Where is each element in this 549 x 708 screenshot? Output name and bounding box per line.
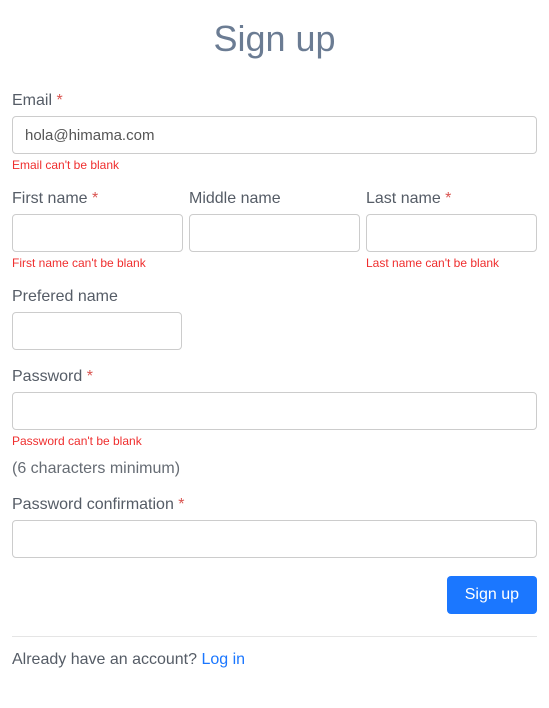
login-prompt-row: Already have an account? Log in <box>12 651 537 669</box>
password-field[interactable] <box>12 392 537 430</box>
first-name-error: First name can't be blank <box>12 256 183 270</box>
password-confirmation-label: Password confirmation <box>12 496 174 513</box>
password-confirmation-group: Password confirmation * <box>12 496 537 558</box>
last-name-label: Last name <box>366 190 441 207</box>
page-title: Sign up <box>12 18 537 60</box>
signup-form: Email * Email can't be blank First name … <box>12 92 537 614</box>
preferred-name-field[interactable] <box>12 312 182 350</box>
password-error: Password can't be blank <box>12 434 537 448</box>
password-label: Password <box>12 368 82 385</box>
login-link[interactable]: Log in <box>201 651 245 668</box>
first-name-field[interactable] <box>12 214 183 252</box>
first-name-label: First name <box>12 190 88 207</box>
last-name-field[interactable] <box>366 214 537 252</box>
password-hint: (6 characters minimum) <box>12 460 537 478</box>
login-prompt-text: Already have an account? <box>12 651 201 668</box>
email-label: Email <box>12 92 52 109</box>
password-group: Password * Password can't be blank <box>12 368 537 448</box>
divider <box>12 636 537 637</box>
first-name-required-mark: * <box>92 190 98 207</box>
last-name-group: Last name * Last name can't be blank <box>366 190 537 270</box>
middle-name-field[interactable] <box>189 214 360 252</box>
last-name-required-mark: * <box>445 190 451 207</box>
password-required-mark: * <box>87 368 93 385</box>
middle-name-label: Middle name <box>189 190 281 207</box>
last-name-error: Last name can't be blank <box>366 256 537 270</box>
email-field[interactable] <box>12 116 537 154</box>
preferred-name-group: Prefered name <box>12 288 537 350</box>
middle-name-group: Middle name <box>189 190 360 270</box>
email-error: Email can't be blank <box>12 158 537 172</box>
email-group: Email * Email can't be blank <box>12 92 537 172</box>
first-name-group: First name * First name can't be blank <box>12 190 183 270</box>
password-confirmation-required-mark: * <box>178 496 184 513</box>
email-required-mark: * <box>56 92 62 109</box>
signup-button[interactable]: Sign up <box>447 576 537 614</box>
preferred-name-label: Prefered name <box>12 288 118 305</box>
password-confirmation-field[interactable] <box>12 520 537 558</box>
